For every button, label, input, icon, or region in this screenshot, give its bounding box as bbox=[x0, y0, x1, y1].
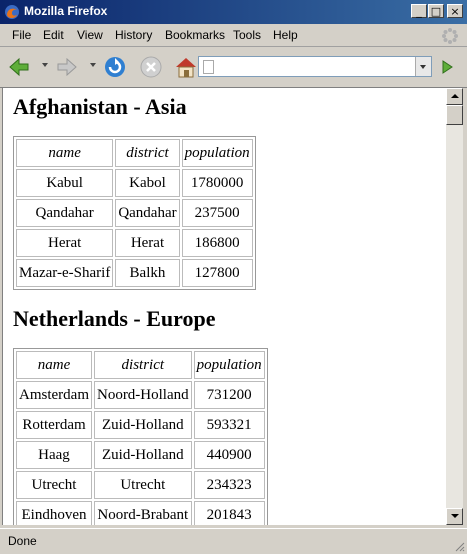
column-header-population: population bbox=[181, 139, 253, 167]
cell-district: Zuid-Holland bbox=[93, 411, 192, 439]
scroll-up-button[interactable] bbox=[446, 88, 463, 105]
url-dropdown-button[interactable] bbox=[415, 57, 431, 76]
table-row: Kabul Kabol 1780000 bbox=[16, 169, 253, 197]
cell-population: 234323 bbox=[193, 471, 265, 499]
forward-history-dropdown[interactable] bbox=[90, 63, 96, 67]
cell-district: Balkh bbox=[115, 259, 180, 287]
column-header-name: name bbox=[16, 351, 92, 379]
city-table: name district population Kabul Kabol 1780000 Q… bbox=[13, 136, 256, 290]
page-content: Afghanistan - Asia name district population… bbox=[2, 88, 447, 525]
menu-tools[interactable]: Tools bbox=[233, 28, 261, 42]
table-header-row: name district population bbox=[16, 139, 253, 167]
column-header-district: district bbox=[93, 351, 192, 379]
table-row: Mazar-e-Sharif Balkh 127800 bbox=[16, 259, 253, 287]
window-title: Mozilla Firefox bbox=[24, 4, 108, 18]
title-bar: Mozilla Firefox _ □ × bbox=[0, 0, 467, 24]
cell-district: Noord-Holland bbox=[93, 381, 192, 409]
menu-file[interactable]: File bbox=[12, 28, 31, 42]
table-row: Utrecht Utrecht 234323 bbox=[16, 471, 265, 499]
menu-help[interactable]: Help bbox=[273, 28, 298, 42]
stop-icon[interactable] bbox=[138, 54, 164, 80]
reload-icon[interactable] bbox=[102, 54, 128, 80]
home-icon[interactable] bbox=[173, 54, 199, 80]
back-icon[interactable] bbox=[6, 54, 32, 80]
navigation-toolbar bbox=[0, 47, 467, 88]
table-row: Amsterdam Noord-Holland 731200 bbox=[16, 381, 265, 409]
table-row: Herat Herat 186800 bbox=[16, 229, 253, 257]
scroll-thumb[interactable] bbox=[446, 105, 463, 125]
table-row: Eindhoven Noord-Brabant 201843 bbox=[16, 501, 265, 525]
menu-edit[interactable]: Edit bbox=[43, 28, 64, 42]
scroll-down-button[interactable] bbox=[446, 508, 463, 525]
table-row: Haag Zuid-Holland 440900 bbox=[16, 441, 265, 469]
section-heading: Netherlands - Europe bbox=[13, 306, 216, 331]
column-header-population: population bbox=[193, 351, 265, 379]
table-header-row: name district population bbox=[16, 351, 265, 379]
cell-district: Kabol bbox=[115, 169, 180, 197]
cell-population: 201843 bbox=[193, 501, 265, 525]
menu-bookmarks[interactable]: Bookmarks bbox=[165, 28, 225, 42]
document-body: Afghanistan - Asia name district population… bbox=[3, 88, 447, 525]
cell-name: Kabul bbox=[16, 169, 114, 197]
menu-history[interactable]: History bbox=[115, 28, 152, 42]
cell-population: 237500 bbox=[181, 199, 253, 227]
cell-name: Amsterdam bbox=[16, 381, 92, 409]
vertical-scrollbar[interactable] bbox=[446, 88, 463, 525]
cell-population: 440900 bbox=[193, 441, 265, 469]
minimize-button[interactable]: _ bbox=[411, 4, 427, 18]
section-heading: Afghanistan - Asia bbox=[13, 94, 187, 119]
cell-name: Eindhoven bbox=[16, 501, 92, 525]
cell-population: 186800 bbox=[181, 229, 253, 257]
cell-name: Utrecht bbox=[16, 471, 92, 499]
cell-population: 731200 bbox=[193, 381, 265, 409]
cell-population: 1780000 bbox=[181, 169, 253, 197]
table-row: Rotterdam Zuid-Holland 593321 bbox=[16, 411, 265, 439]
resize-grip-icon[interactable] bbox=[453, 540, 465, 552]
cell-district: Zuid-Holland bbox=[93, 441, 192, 469]
status-bar: Done bbox=[0, 528, 467, 554]
column-header-name: name bbox=[16, 139, 114, 167]
table-row: Qandahar Qandahar 237500 bbox=[16, 199, 253, 227]
firefox-logo-icon bbox=[5, 5, 19, 19]
url-bar[interactable] bbox=[198, 56, 432, 77]
cell-name: Rotterdam bbox=[16, 411, 92, 439]
cell-name: Mazar-e-Sharif bbox=[16, 259, 114, 287]
cell-district: Noord-Brabant bbox=[93, 501, 192, 525]
go-icon[interactable] bbox=[437, 58, 457, 76]
cell-name: Qandahar bbox=[16, 199, 114, 227]
cell-name: Herat bbox=[16, 229, 114, 257]
back-history-dropdown[interactable] bbox=[42, 63, 48, 67]
cell-district: Utrecht bbox=[93, 471, 192, 499]
cell-population: 127800 bbox=[181, 259, 253, 287]
page-icon bbox=[203, 60, 214, 74]
close-button[interactable]: × bbox=[447, 4, 463, 18]
forward-icon[interactable] bbox=[54, 54, 80, 80]
cell-population: 593321 bbox=[193, 411, 265, 439]
menu-view[interactable]: View bbox=[77, 28, 103, 42]
cell-district: Qandahar bbox=[115, 199, 180, 227]
status-text: Done bbox=[8, 534, 37, 548]
cell-district: Herat bbox=[115, 229, 180, 257]
menu-bar: File Edit View History Bookmarks Tools H… bbox=[0, 24, 467, 47]
column-header-district: district bbox=[115, 139, 180, 167]
throbber-icon bbox=[442, 28, 458, 44]
maximize-button[interactable]: □ bbox=[428, 4, 444, 18]
cell-name: Haag bbox=[16, 441, 92, 469]
city-table: name district population Amsterdam Noord-Hol… bbox=[13, 348, 268, 525]
